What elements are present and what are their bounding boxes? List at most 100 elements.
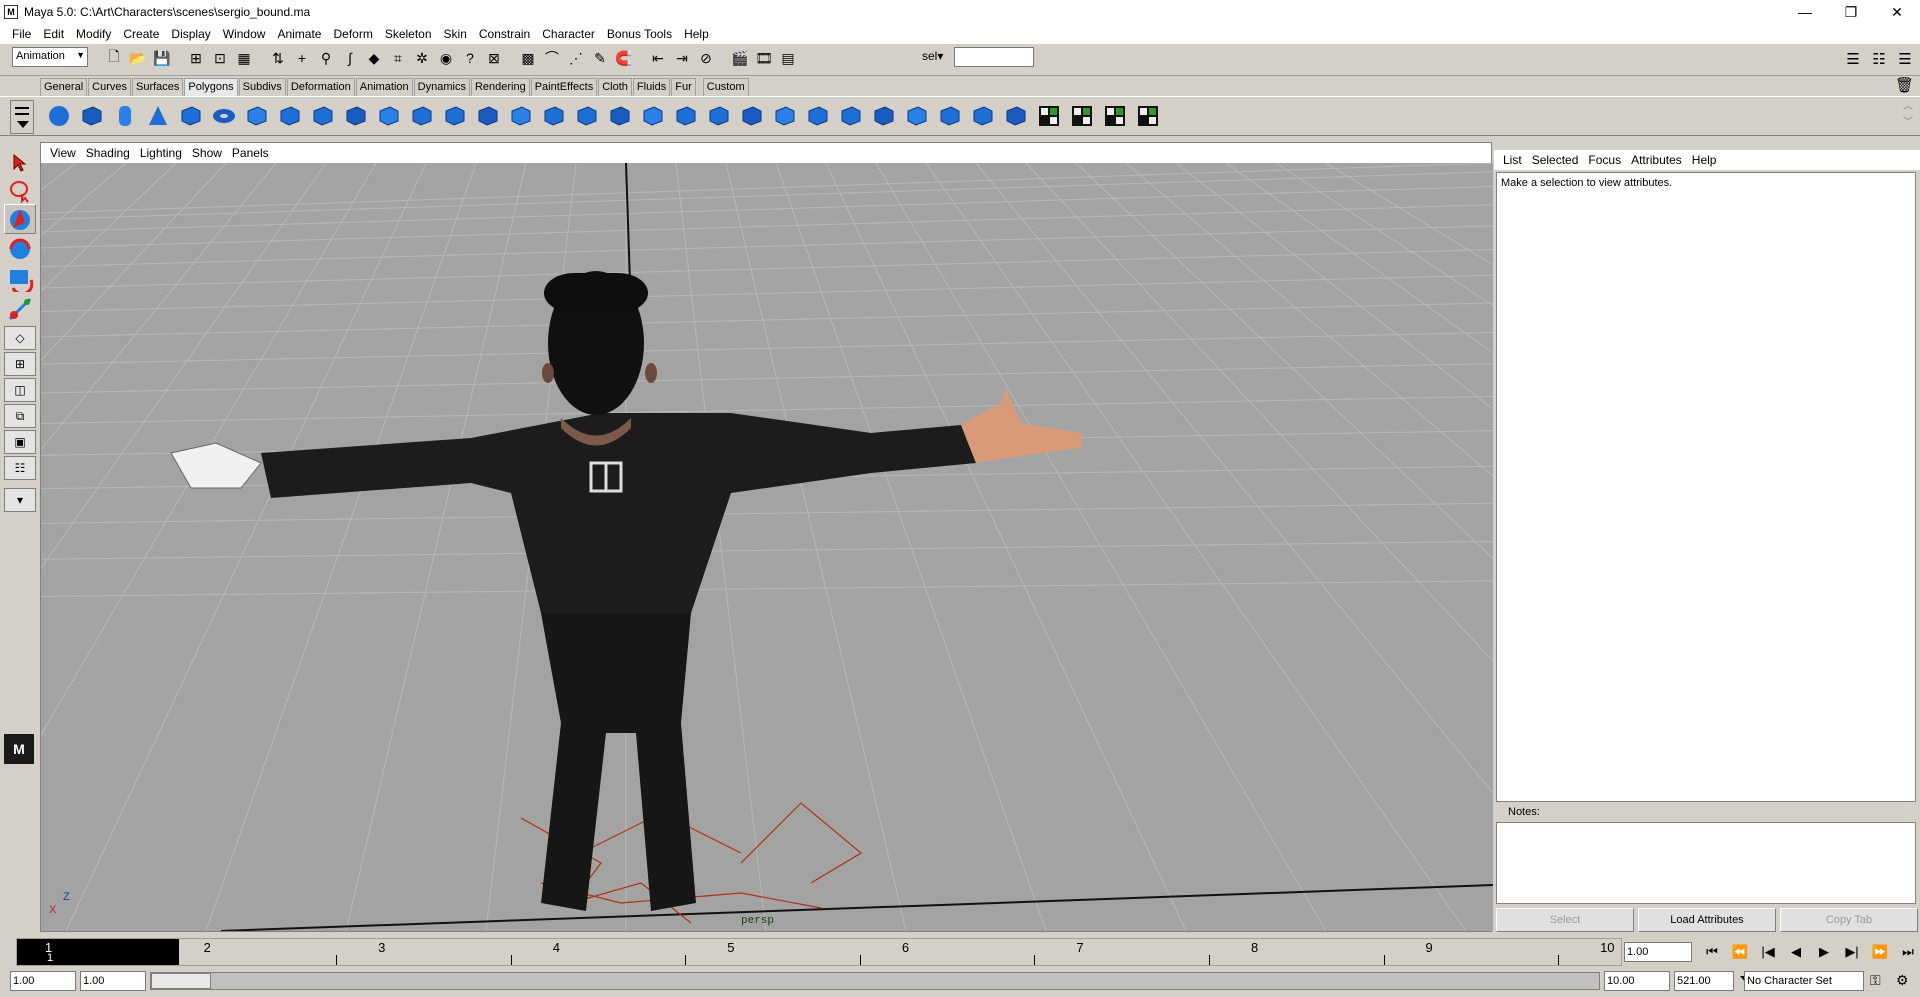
notes-textarea[interactable] [1496,822,1916,904]
shelf-menu-button[interactable] [10,100,34,134]
menu-window[interactable]: Window [217,27,272,41]
shelf-tab-cloth[interactable]: Cloth [598,78,632,96]
panel-menu-shading[interactable]: Shading [81,146,135,160]
shelf-tab-subdivs[interactable]: Subdivs [238,78,286,96]
panel-menu-view[interactable]: View [45,146,81,160]
construction-history-icon[interactable]: ⊘ [696,48,716,68]
panel-menu-show[interactable]: Show [187,146,227,160]
append-polygon-icon[interactable] [407,101,437,131]
merge-vertices-icon[interactable] [572,101,602,131]
ipr-render-icon[interactable]: 🎞 [754,48,774,68]
move-tool-icon[interactable] [4,234,36,264]
scale-tool-icon[interactable] [4,294,36,324]
go-to-start-icon[interactable]: ⏮ [1698,942,1726,962]
extrude-face-icon[interactable] [473,101,503,131]
character-set-field[interactable]: No Character Set [1744,971,1864,991]
poly-sphere-icon[interactable] [44,101,74,131]
go-to-end-icon[interactable]: ⏭ [1894,942,1920,962]
copy-tab-button[interactable]: Copy Tab [1780,908,1918,932]
select-tool-icon[interactable] [4,148,36,178]
shelf-scroll[interactable]: ︿ ﹀ [1900,99,1916,133]
poly-pipe-icon[interactable] [242,101,272,131]
panel-menu-lighting[interactable]: Lighting [135,146,187,160]
close-button[interactable]: ✕ [1874,0,1920,24]
menu-bonus-tools[interactable]: Bonus Tools [601,27,678,41]
poly-cube-icon[interactable] [77,101,107,131]
poly-cylinder-icon[interactable] [110,101,140,131]
menu-skeleton[interactable]: Skeleton [379,27,438,41]
restore-button[interactable]: ❐ [1828,0,1874,24]
poly-platonic-icon[interactable] [341,101,371,131]
menu-create[interactable]: Create [117,27,165,41]
select-component-icon[interactable]: ▦ [234,48,254,68]
menu-modify[interactable]: Modify [70,27,117,41]
step-forward-key-icon[interactable]: ⏩ [1866,942,1894,962]
snap-view-icon[interactable]: ✎ [590,48,610,68]
single-pane-layout-icon[interactable]: ◇ [4,326,36,350]
quadrangulate-icon[interactable] [935,101,965,131]
menu-display[interactable]: Display [165,27,216,41]
separate-icon[interactable] [836,101,866,131]
menu-skin[interactable]: Skin [438,27,473,41]
split-polygon-icon[interactable] [440,101,470,131]
attr-menu-selected[interactable]: Selected [1527,153,1584,167]
shelf-tab-painteffects[interactable]: PaintEffects [530,78,598,96]
shelf-tab-curves[interactable]: Curves [88,78,131,96]
uv-spherical-icon[interactable] [1034,101,1064,131]
shelf-tab-custom[interactable]: Custom [702,78,749,96]
poke-faces-icon[interactable] [704,101,734,131]
lock-selection-icon[interactable]: ⊠ [484,48,504,68]
attribute-editor-toggle-icon[interactable]: ☷ [1868,48,1890,70]
time-slider-track[interactable]: 1 1 2 3 4 5 6 7 8 9 10 [16,938,1622,966]
minimize-button[interactable]: — [1782,0,1828,24]
shelf-tab-rendering[interactable]: Rendering [470,78,530,96]
dynamics-mask-icon[interactable]: ✲ [412,48,432,68]
misc-mask-icon[interactable]: ? [460,48,480,68]
new-scene-icon[interactable]: 🗋 [104,48,124,68]
load-attributes-button[interactable]: Load Attributes [1638,908,1776,932]
trash-icon[interactable]: 🗑 [1895,76,1914,94]
triangulate-icon[interactable] [902,101,932,131]
uv-auto-icon[interactable] [1067,101,1097,131]
render-globals-icon[interactable]: ▤ [778,48,798,68]
save-scene-icon[interactable]: 💾 [152,48,172,68]
current-frame-marker[interactable]: 1 1 [17,939,179,965]
poly-torus-icon[interactable] [209,101,239,131]
make-live-icon[interactable]: 🧲 [614,48,634,68]
select-button[interactable]: Select [1496,908,1634,932]
layout-options-icon[interactable]: ▾ [4,488,36,512]
animation-end-field[interactable]: 521.00 [1674,971,1734,991]
poly-plane-icon[interactable] [176,101,206,131]
surface-mask-icon[interactable]: ◆ [364,48,384,68]
attr-menu-help[interactable]: Help [1687,153,1722,167]
output-connections-icon[interactable]: ⇥ [672,48,692,68]
persp-viewport[interactable]: persp Z X [41,163,1493,931]
four-pane-layout-icon[interactable]: ⊞ [4,352,36,376]
shelf-tab-animation[interactable]: Animation [355,78,413,96]
shelf-tab-deformation[interactable]: Deformation [286,78,355,96]
panel-menu-panels[interactable]: Panels [227,146,274,160]
render-mask-icon[interactable]: ◉ [436,48,456,68]
play-backward-icon[interactable]: ◀ [1782,942,1810,962]
attr-menu-list[interactable]: List [1498,153,1527,167]
duplicate-face-icon[interactable] [737,101,767,131]
tool-settings-toggle-icon[interactable]: ☰ [1894,48,1916,70]
step-back-key-icon[interactable]: ⏪ [1726,942,1754,962]
poly-helix-icon[interactable] [275,101,305,131]
menu-animate[interactable]: Animate [271,27,327,41]
shelf-tab-surfaces[interactable]: Surfaces [131,78,184,96]
menu-help[interactable]: Help [678,27,715,41]
playback-start-field[interactable]: 1.00 [80,971,146,991]
deformer-mask-icon[interactable]: ⌗ [388,48,408,68]
playback-end-field[interactable]: 10.00 [1604,971,1670,991]
current-time-field[interactable]: 1.00 [1624,942,1692,962]
snap-point-icon[interactable]: ⋰ [566,48,586,68]
play-forward-icon[interactable]: ▶ [1810,942,1838,962]
attr-menu-focus[interactable]: Focus [1583,153,1626,167]
paint-select-tool-icon[interactable] [4,204,36,234]
animation-start-field[interactable]: 1.00 [10,971,76,991]
menu-deform[interactable]: Deform [327,27,378,41]
uv-cylindrical-icon[interactable] [1001,101,1031,131]
persp-graph-layout-icon[interactable]: ⧉ [4,404,36,428]
select-hierarchy-icon[interactable]: ⊞ [186,48,206,68]
